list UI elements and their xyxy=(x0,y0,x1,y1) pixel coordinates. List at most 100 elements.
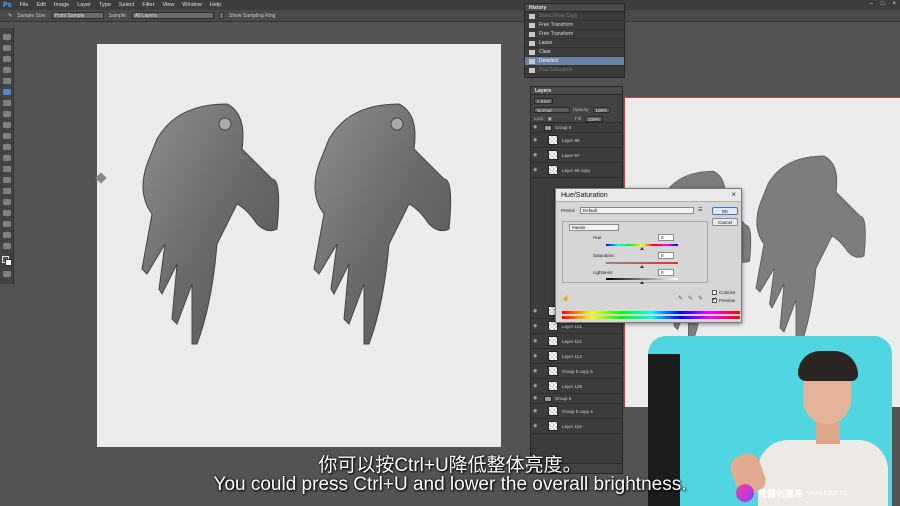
visibility-eye-icon[interactable]: ◉ xyxy=(533,383,540,390)
channel-select[interactable]: Master xyxy=(569,224,619,231)
eraser-tool-icon[interactable] xyxy=(3,144,11,150)
visibility-eye-icon[interactable]: ◉ xyxy=(533,395,540,402)
brush-tool-icon[interactable] xyxy=(3,111,11,117)
layers-tab[interactable]: Layers xyxy=(531,87,622,95)
lightness-slider-knob[interactable] xyxy=(640,281,644,284)
targeted-adjustment-icon[interactable]: ☝ xyxy=(562,295,569,302)
menu-filter[interactable]: Filter xyxy=(142,2,154,8)
eyedropper-plus-icon[interactable]: ✎ xyxy=(688,295,693,302)
saturation-slider-knob[interactable] xyxy=(640,265,644,268)
layer-row[interactable]: ◉ Layer 96 copy xyxy=(531,163,622,178)
ok-button[interactable]: OK xyxy=(712,207,738,215)
hue-input[interactable]: 0 xyxy=(658,234,674,241)
quick-select-tool-icon[interactable] xyxy=(3,67,11,73)
background-color-swatch[interactable] xyxy=(5,259,12,266)
preset-options-icon[interactable]: ☰ xyxy=(698,207,702,213)
lightness-input[interactable]: 0 xyxy=(658,269,674,276)
type-tool-icon[interactable] xyxy=(3,199,11,205)
maximize-icon[interactable]: □ xyxy=(881,1,885,7)
layer-group-row[interactable]: ◉ Group 5 xyxy=(531,123,622,133)
history-tab[interactable]: History xyxy=(525,4,624,12)
history-item[interactable]: Clear xyxy=(525,48,624,57)
close-icon[interactable]: × xyxy=(892,1,896,7)
visibility-eye-icon[interactable]: ◉ xyxy=(533,408,540,415)
visibility-eye-icon[interactable]: ◉ xyxy=(533,368,540,375)
close-icon[interactable]: × xyxy=(731,190,736,199)
hand-tool-icon[interactable] xyxy=(3,232,11,238)
visibility-eye-icon[interactable]: ◉ xyxy=(533,353,540,360)
fill-input[interactable]: 100% xyxy=(585,115,603,122)
menu-layer[interactable]: Layer xyxy=(77,2,91,8)
layer-row[interactable]: ◉ Layer 125 xyxy=(531,379,622,394)
pen-tool-icon[interactable] xyxy=(3,188,11,194)
blend-mode-select[interactable]: Normal xyxy=(534,106,570,113)
history-brush-tool-icon[interactable] xyxy=(3,133,11,139)
layer-row[interactable]: ◉ Layer 113 xyxy=(531,349,622,364)
blur-tool-icon[interactable] xyxy=(3,166,11,172)
path-select-tool-icon[interactable] xyxy=(3,210,11,216)
move-tool-icon[interactable] xyxy=(3,34,11,40)
preview-checkbox[interactable] xyxy=(712,296,717,303)
history-item[interactable]: Select Row Copy xyxy=(525,12,624,21)
sample-size-label: Sample Size: xyxy=(17,12,47,19)
hue-slider[interactable] xyxy=(606,244,678,250)
menu-edit[interactable]: Edit xyxy=(36,2,45,8)
visibility-eye-icon[interactable]: ◉ xyxy=(533,124,540,131)
history-item[interactable]: Free Transform xyxy=(525,21,624,30)
show-ring-checkbox[interactable] xyxy=(219,12,225,19)
menu-file[interactable]: File xyxy=(20,2,29,8)
layer-row[interactable]: ◉ Layer 114 xyxy=(531,334,622,349)
menu-help[interactable]: Help xyxy=(210,2,221,8)
dodge-tool-icon[interactable] xyxy=(3,177,11,183)
eyedropper-icon[interactable]: ✎ xyxy=(678,295,683,302)
menu-view[interactable]: View xyxy=(162,2,174,8)
visibility-eye-icon[interactable]: ◉ xyxy=(533,338,540,345)
healing-tool-icon[interactable] xyxy=(3,100,11,106)
layer-row[interactable]: ◉ Group 8 copy 5 xyxy=(531,364,622,379)
history-item[interactable]: Free Transform xyxy=(525,30,624,39)
menu-image[interactable]: Image xyxy=(54,2,69,8)
preset-select[interactable]: Default xyxy=(580,207,694,214)
menu-type[interactable]: Type xyxy=(99,2,111,8)
eyedropper-tool-icon[interactable] xyxy=(3,89,11,95)
zoom-tool-icon[interactable] xyxy=(3,243,11,249)
eyedropper-minus-icon[interactable]: ✎ xyxy=(698,295,703,302)
marquee-tool-icon[interactable] xyxy=(3,45,11,51)
layer-kind-filter[interactable]: ⌕ Kind xyxy=(534,97,553,104)
visibility-eye-icon[interactable]: ◉ xyxy=(533,167,540,174)
saturation-input[interactable]: 0 xyxy=(658,252,674,259)
colorize-checkbox[interactable] xyxy=(712,290,717,295)
eyedropper-tool-icon[interactable]: ✎ xyxy=(8,13,12,19)
lightness-slider[interactable] xyxy=(606,278,678,284)
sample-size-select[interactable]: Point Sample xyxy=(51,12,104,19)
visibility-eye-icon[interactable]: ◉ xyxy=(533,152,540,159)
visibility-eye-icon[interactable]: ◉ xyxy=(533,308,540,315)
visibility-eye-icon[interactable]: ◉ xyxy=(533,323,540,330)
history-item[interactable]: Hue/Saturation xyxy=(525,66,624,75)
crop-tool-icon[interactable] xyxy=(3,78,11,84)
lasso-tool-icon[interactable] xyxy=(3,56,11,62)
visibility-eye-icon[interactable]: ◉ xyxy=(533,137,540,144)
menu-select[interactable]: Select xyxy=(119,2,134,8)
document-canvas[interactable] xyxy=(97,44,501,447)
layer-group-row[interactable]: ◉ Group 6 xyxy=(531,394,622,404)
cancel-button[interactable]: Cancel xyxy=(712,218,738,226)
stamp-tool-icon[interactable] xyxy=(3,122,11,128)
history-item[interactable]: Deselect xyxy=(525,57,624,66)
layer-row[interactable]: ◉ Layer 119 xyxy=(531,419,622,434)
layer-row[interactable]: ◉ Layer 97 xyxy=(531,148,622,163)
shape-tool-icon[interactable] xyxy=(3,221,11,227)
opacity-input[interactable]: 100% xyxy=(592,106,611,113)
sample-select[interactable]: All Layers xyxy=(132,12,215,19)
minimize-icon[interactable]: – xyxy=(870,1,873,7)
menu-window[interactable]: Window xyxy=(182,2,202,8)
quick-mask-icon[interactable] xyxy=(3,271,11,277)
saturation-slider[interactable] xyxy=(606,262,678,268)
visibility-eye-icon[interactable]: ◉ xyxy=(533,423,540,430)
lock-icon[interactable]: ▣ xyxy=(548,116,552,122)
layer-row[interactable]: ◉ Layer 98 xyxy=(531,133,622,148)
gradient-tool-icon[interactable] xyxy=(3,155,11,161)
hue-slider-knob[interactable] xyxy=(640,247,644,250)
history-item[interactable]: Lasso xyxy=(525,39,624,48)
layer-row[interactable]: ◉ Group 8 copy 4 xyxy=(531,404,622,419)
